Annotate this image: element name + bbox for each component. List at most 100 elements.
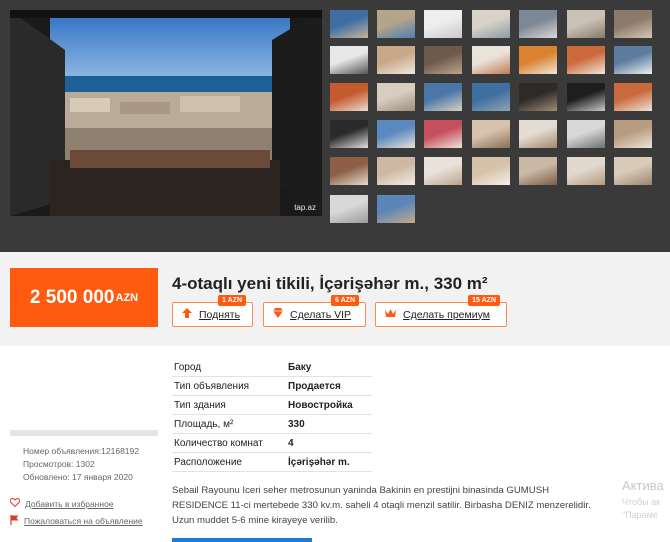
thumbnail-image (519, 83, 557, 111)
gallery-thumbnail[interactable] (424, 46, 462, 74)
gallery-thumbnail[interactable] (424, 120, 462, 148)
gallery-thumbnail[interactable] (567, 83, 605, 111)
thumbnail-image (424, 46, 462, 74)
thumbnail-image (330, 10, 368, 38)
gallery-thumbnail[interactable] (614, 46, 652, 74)
vip-button-label: Сделать VIP (290, 308, 352, 321)
price-value: 2 500 000 (29, 286, 115, 308)
gallery-thumbnail[interactable] (472, 83, 510, 111)
premium-price-badge: 15 AZN (468, 295, 500, 306)
gallery-thumbnail[interactable] (519, 157, 557, 185)
main-photo[interactable]: tap.az (10, 10, 322, 216)
thumbnail-image (377, 120, 415, 148)
thumbnail-image (330, 83, 368, 111)
main-photo-image (10, 10, 322, 216)
thumbnail-image (472, 120, 510, 148)
property-name: Тип объявления (172, 376, 286, 396)
thumbnail-image (614, 46, 652, 74)
crown-icon (384, 307, 397, 322)
thumbnail-image (614, 83, 652, 111)
gallery-thumbnail[interactable] (330, 83, 368, 111)
thumbnail-image (377, 157, 415, 185)
thumbnail-image (377, 195, 415, 223)
gallery-thumbnail[interactable] (614, 83, 652, 111)
gallery-thumbnail[interactable] (377, 195, 415, 223)
gallery-thumbnail[interactable] (519, 10, 557, 38)
vip-price-badge: 6 AZN (331, 295, 359, 306)
gallery-thumbnail[interactable] (377, 46, 415, 74)
gallery-thumbnail[interactable] (424, 10, 462, 38)
vip-button[interactable]: Сделать VIP 6 AZN (263, 295, 366, 327)
property-row: Количество комнат 4 (172, 433, 372, 453)
gallery-thumbnail[interactable] (567, 120, 605, 148)
flag-icon (10, 515, 19, 527)
gallery-thumbnail[interactable] (330, 46, 368, 74)
listing-description: Sebail Rayounu Iceri seher metrosunun ya… (172, 483, 642, 528)
price-box: 2 500 000 AZN (10, 268, 158, 327)
gallery-thumbnail[interactable] (614, 120, 652, 148)
gallery-thumbnail[interactable] (567, 10, 605, 38)
property-name: Количество комнат (172, 433, 286, 453)
property-value: İçərişəhər m. (286, 452, 372, 472)
gallery-thumbnail[interactable] (614, 157, 652, 185)
report-ad-link[interactable]: Пожаловаться на объявление (10, 515, 143, 527)
gallery-thumbnail[interactable] (519, 120, 557, 148)
thumbnail-image (614, 120, 652, 148)
report-ad-label: Пожаловаться на объявление (24, 516, 143, 526)
photo-gallery: tap.az (0, 0, 670, 252)
gallery-thumbnail[interactable] (614, 10, 652, 38)
gallery-thumbnail[interactable] (377, 10, 415, 38)
property-value: Продается (286, 376, 372, 396)
raise-price-badge: 1 AZN (218, 295, 246, 306)
gallery-thumbnail[interactable] (377, 157, 415, 185)
thumbnail-image (519, 10, 557, 38)
updated-date: Обновлено: 17 января 2020 (23, 472, 133, 482)
gallery-thumbnail[interactable] (330, 157, 368, 185)
gallery-thumbnail[interactable] (472, 157, 510, 185)
property-row: Город Баку (172, 358, 372, 377)
thumbnail-image (377, 83, 415, 111)
add-to-favorites-link[interactable]: Добавить в избранное (9, 497, 114, 509)
heart-icon (9, 497, 21, 509)
thumbnail-image (472, 10, 510, 38)
thumbnail-image (567, 157, 605, 185)
gallery-thumbnail[interactable] (377, 83, 415, 111)
thumbnail-image (567, 120, 605, 148)
property-name: Тип здания (172, 395, 286, 415)
gallery-thumbnail[interactable] (567, 157, 605, 185)
description-line: RESIDENCE 11-ci mertebede 330 kv.m. sahe… (172, 500, 591, 511)
gallery-thumbnail[interactable] (519, 83, 557, 111)
properties-table: Город Баку Тип объявления Продается Тип здан… (172, 358, 372, 472)
gallery-thumbnail[interactable] (330, 10, 368, 38)
bottom-button-strip[interactable] (172, 538, 312, 542)
raise-button-label: Поднять (199, 308, 241, 321)
gallery-thumbnail[interactable] (472, 120, 510, 148)
thumbnail-image (614, 10, 652, 38)
thumbnail-image (424, 157, 462, 185)
property-value: 330 (286, 414, 372, 434)
gallery-thumbnail[interactable] (377, 120, 415, 148)
gallery-thumbnail[interactable] (472, 10, 510, 38)
thumbnail-image (330, 157, 368, 185)
gallery-thumbnail[interactable] (424, 157, 462, 185)
gallery-thumbnail[interactable] (567, 46, 605, 74)
gallery-thumbnail[interactable] (472, 46, 510, 74)
raise-button[interactable]: Поднять 1 AZN (172, 295, 253, 327)
gallery-thumbnail[interactable] (519, 46, 557, 74)
gallery-thumbnail[interactable] (424, 83, 462, 111)
thumbnail-image (472, 83, 510, 111)
thumbnail-image (424, 83, 462, 111)
description-line: Uzun muddet 5-6 mine kirayeye verilib. (172, 515, 338, 526)
thumbnail-image (567, 46, 605, 74)
premium-button[interactable]: Сделать премиум 15 AZN (375, 295, 507, 327)
thumbnail-image (377, 10, 415, 38)
thumbnail-image (377, 46, 415, 74)
description-line: Sebail Rayounu Iceri seher metrosunun ya… (172, 485, 550, 496)
property-value: Баку (286, 358, 372, 377)
property-name: Площадь, м² (172, 414, 286, 434)
gallery-thumbnail[interactable] (330, 195, 368, 223)
windows-activation-text: Чтобы ак "Параме (622, 496, 660, 522)
watermark-text: tap.az (294, 203, 316, 212)
gallery-thumbnail[interactable] (330, 120, 368, 148)
arrow-up-icon (181, 307, 193, 322)
